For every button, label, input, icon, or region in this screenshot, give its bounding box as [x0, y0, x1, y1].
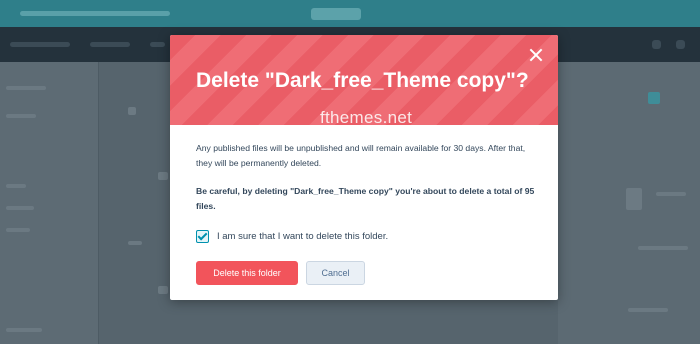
- background-sidebar-line: [6, 114, 36, 118]
- background-sidebar-line: [6, 206, 34, 210]
- background-right-panel: [558, 62, 700, 344]
- background-folder-icon: [158, 286, 168, 294]
- dialog-description: Any published files will be unpublished …: [196, 143, 526, 169]
- background-panel-line: [656, 192, 686, 196]
- dialog-title: Delete "Dark_free_Theme copy"?: [196, 69, 529, 92]
- background-sidebar-line: [6, 328, 42, 332]
- background-panel-line: [638, 246, 688, 250]
- background-nav-item: [150, 42, 165, 47]
- confirm-checkbox-row[interactable]: I am sure that I want to delete this fol…: [196, 229, 388, 243]
- background-row-line: [128, 241, 142, 245]
- background-nav-icon: [676, 40, 685, 49]
- background-panel-line: [628, 308, 668, 312]
- background-checkbox: [128, 107, 136, 115]
- background-file-icon: [626, 188, 642, 210]
- background-panel-button: [648, 92, 660, 104]
- cancel-button[interactable]: Cancel: [306, 261, 365, 285]
- confirm-checkbox[interactable]: [196, 229, 209, 243]
- background-sidebar-line: [6, 184, 26, 188]
- background-top-bar: [0, 0, 700, 27]
- background-top-bar-text: [20, 11, 170, 16]
- background-top-bar-button: [311, 8, 361, 20]
- background-nav-icon: [652, 40, 661, 49]
- background-folder-icon: [158, 172, 168, 180]
- background-sidebar: [0, 62, 99, 344]
- background-sidebar-line: [6, 86, 46, 90]
- background-nav-item: [90, 42, 130, 47]
- watermark: fthemes.net: [320, 108, 413, 127]
- close-icon[interactable]: [526, 45, 546, 65]
- background-nav-item: [10, 42, 70, 47]
- confirm-checkbox-label[interactable]: I am sure that I want to delete this fol…: [217, 231, 388, 242]
- background-sidebar-line: [6, 228, 30, 232]
- delete-folder-button[interactable]: Delete this folder: [196, 261, 298, 285]
- delete-folder-dialog: Delete "Dark_free_Theme copy"? fthemes.n…: [170, 35, 558, 300]
- dialog-warning: Be careful, by deleting "Dark_free_Theme…: [196, 186, 535, 212]
